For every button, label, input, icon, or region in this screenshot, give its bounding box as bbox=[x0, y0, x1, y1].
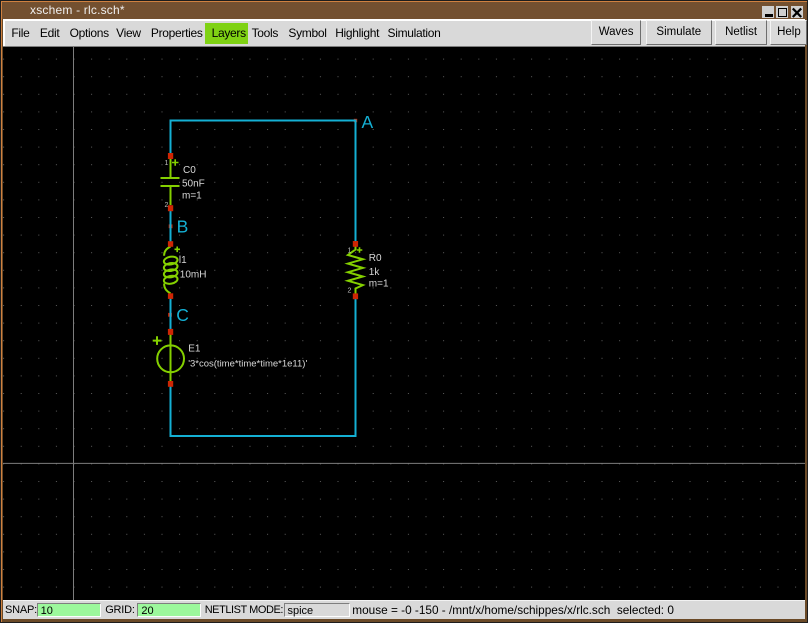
svg-text:10mH: 10mH bbox=[180, 270, 207, 281]
svg-text:B: B bbox=[177, 217, 189, 237]
svg-text:50nF: 50nF bbox=[182, 179, 205, 190]
svg-text:m=1: m=1 bbox=[369, 279, 389, 290]
svg-text:E1: E1 bbox=[188, 343, 201, 354]
svg-text:1: 1 bbox=[165, 160, 169, 167]
svg-text:A: A bbox=[362, 112, 374, 132]
svg-text:2: 2 bbox=[165, 202, 169, 209]
svg-text:R0: R0 bbox=[369, 253, 382, 264]
svg-text:l1: l1 bbox=[179, 255, 187, 266]
svg-text:1: 1 bbox=[348, 248, 352, 255]
svg-text:C: C bbox=[176, 305, 189, 325]
svg-text:1k: 1k bbox=[369, 267, 381, 278]
svg-text:2: 2 bbox=[348, 288, 352, 295]
svg-text:m=1: m=1 bbox=[182, 191, 202, 202]
svg-text:'3*cos(time*time*time*1e11)': '3*cos(time*time*time*1e11)' bbox=[188, 359, 307, 370]
svg-text:C0: C0 bbox=[183, 165, 196, 176]
